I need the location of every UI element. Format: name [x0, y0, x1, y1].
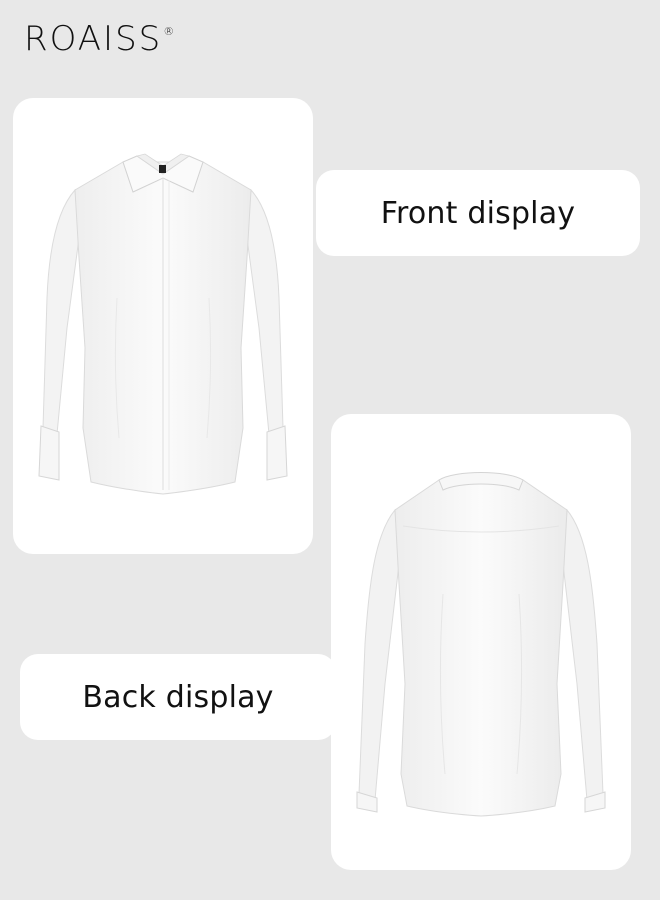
front-shirt-image — [38, 153, 288, 495]
registered-mark: ® — [163, 25, 177, 38]
brand-logo: ROAISS® — [24, 22, 176, 56]
front-display-text: Front display — [380, 195, 576, 231]
front-image-card — [13, 98, 313, 554]
back-display-label: Back display — [20, 654, 336, 740]
front-display-label: Front display — [316, 170, 640, 256]
back-image-card — [331, 414, 631, 870]
back-display-text: Back display — [82, 679, 274, 715]
back-shirt-image — [356, 472, 606, 817]
brand-name: ROAISS — [24, 19, 163, 59]
